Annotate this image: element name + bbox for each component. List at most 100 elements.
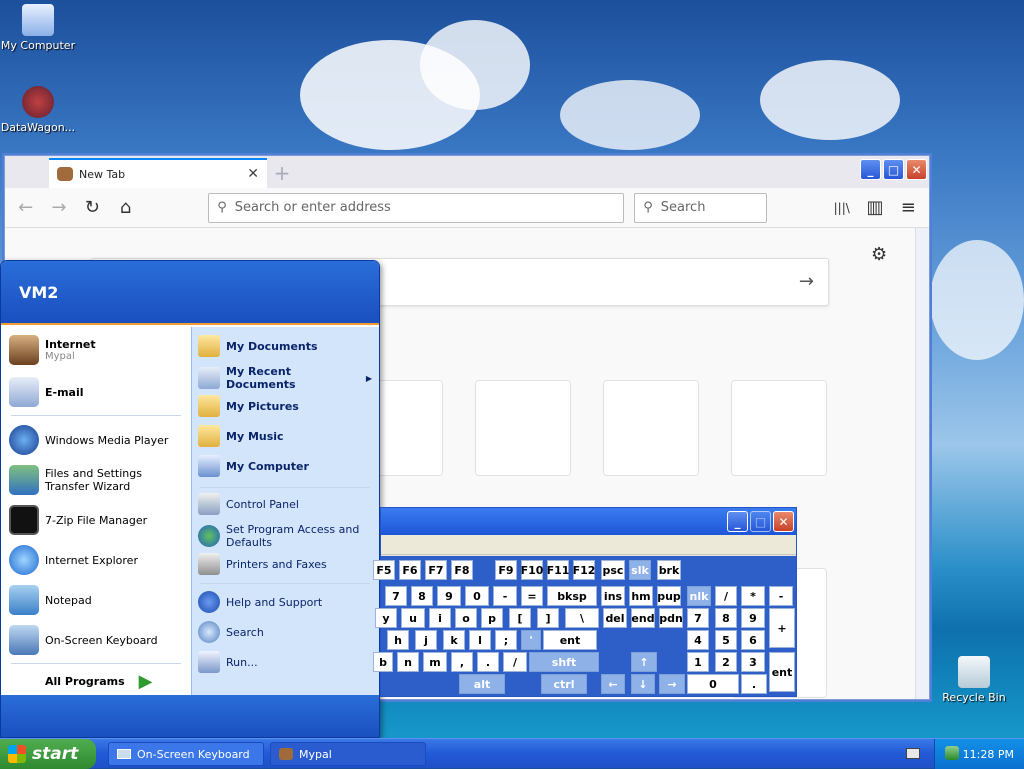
back-button[interactable]: ←: [13, 195, 38, 221]
menu-item-7zip[interactable]: 7-Zip File Manager: [9, 505, 187, 535]
osk-key-8[interactable]: 8: [411, 586, 433, 606]
minimize-button[interactable]: _: [860, 159, 881, 180]
osk-key-hm[interactable]: hm: [629, 586, 653, 606]
osk-key-9[interactable]: 9: [437, 586, 461, 606]
menu-item-internet-explorer[interactable]: Internet Explorer: [9, 545, 187, 575]
osk-key-8[interactable]: 8: [715, 608, 737, 628]
osk-key-ins[interactable]: ins: [601, 586, 625, 606]
maximize-button[interactable]: □: [750, 511, 771, 532]
osk-key-y[interactable]: y: [375, 608, 397, 628]
osk-key-F8[interactable]: F8: [451, 560, 473, 580]
maximize-button[interactable]: □: [883, 159, 904, 180]
forward-button[interactable]: →: [46, 195, 71, 221]
menu-item-printers[interactable]: Printers and Faxes: [198, 553, 376, 575]
osk-key-1[interactable]: 1: [687, 652, 709, 672]
osk-key-del[interactable]: del: [603, 608, 627, 628]
osk-key-x[interactable]: .: [741, 674, 767, 694]
taskbar-button-osk[interactable]: On-Screen Keyboard: [108, 742, 264, 766]
osk-key-ctrl[interactable]: ctrl: [541, 674, 587, 694]
osk-key-bksp[interactable]: bksp: [547, 586, 597, 606]
menu-item-my-music[interactable]: My Music: [198, 425, 376, 447]
tab-new-tab[interactable]: New Tab ✕: [49, 158, 267, 188]
osk-key-j[interactable]: j: [415, 630, 437, 650]
menu-item-help[interactable]: Help and Support: [198, 591, 376, 613]
menu-item-run[interactable]: Run...: [198, 651, 376, 673]
osk-titlebar[interactable]: _ □ ✕: [381, 508, 796, 535]
osk-key-F10[interactable]: F10: [521, 560, 543, 580]
menu-item-media-player[interactable]: Windows Media Player: [9, 425, 187, 455]
osk-key-psc[interactable]: psc: [601, 560, 625, 580]
desktop-icon-datawagon[interactable]: DataWagon...: [0, 86, 76, 134]
osk-key-pup[interactable]: pup: [657, 586, 681, 606]
osk-key-ent[interactable]: ent: [543, 630, 597, 650]
osk-key-x[interactable]: /: [503, 652, 527, 672]
home-button[interactable]: ⌂: [113, 195, 138, 221]
osk-key-x[interactable]: -: [493, 586, 517, 606]
osk-key-x[interactable]: ↓: [631, 674, 655, 694]
osk-key-b[interactable]: b: [373, 652, 393, 672]
osk-key-5[interactable]: 5: [715, 630, 737, 650]
osk-key-i[interactable]: i: [429, 608, 451, 628]
osk-key-x[interactable]: ]: [537, 608, 559, 628]
osk-key-alt[interactable]: alt: [459, 674, 505, 694]
menu-item-notepad[interactable]: Notepad: [9, 585, 187, 615]
osk-key-x[interactable]: →: [659, 674, 685, 694]
osk-key-9[interactable]: 9: [741, 608, 765, 628]
osk-key-m[interactable]: m: [423, 652, 447, 672]
menu-item-recent-documents[interactable]: My Recent Documents ▶: [198, 365, 376, 391]
osk-key-7[interactable]: 7: [385, 586, 407, 606]
new-tab-button[interactable]: +: [267, 158, 297, 188]
top-site-tile[interactable]: [475, 380, 571, 476]
menu-item-my-documents[interactable]: My Documents: [198, 335, 376, 357]
menu-item-email[interactable]: E-mail: [9, 377, 187, 407]
desktop-icon-recycle-bin[interactable]: Recycle Bin: [936, 656, 1012, 704]
osk-key-x[interactable]: ←: [601, 674, 625, 694]
osk-key-7[interactable]: 7: [687, 608, 709, 628]
desktop-icon-my-computer[interactable]: My Computer: [0, 4, 76, 52]
menu-item-program-access[interactable]: Set Program Access and Defaults: [198, 523, 376, 549]
safely-remove-icon[interactable]: [945, 746, 959, 760]
start-button[interactable]: start: [0, 739, 96, 769]
osk-key-slk[interactable]: slk: [629, 560, 651, 580]
osk-key-2[interactable]: 2: [715, 652, 737, 672]
osk-key-F5[interactable]: F5: [373, 560, 395, 580]
osk-key-end[interactable]: end: [631, 608, 655, 628]
osk-key-x[interactable]: ,: [451, 652, 473, 672]
taskbar-button-mypal[interactable]: Mypal: [270, 742, 426, 766]
osk-key-x[interactable]: .: [477, 652, 499, 672]
osk-key-l[interactable]: l: [469, 630, 491, 650]
osk-key-F9[interactable]: F9: [495, 560, 517, 580]
osk-key-x[interactable]: *: [741, 586, 765, 606]
osk-key-nlk[interactable]: nlk: [687, 586, 711, 606]
osk-key-x[interactable]: [: [509, 608, 531, 628]
menu-item-search[interactable]: Search: [198, 621, 376, 643]
top-site-tile[interactable]: [603, 380, 699, 476]
osk-key-x[interactable]: =: [521, 586, 543, 606]
menu-item-my-pictures[interactable]: My Pictures: [198, 395, 376, 417]
osk-key-x[interactable]: -: [769, 586, 793, 606]
reload-button[interactable]: ↻: [80, 195, 105, 221]
menu-item-transfer-wizard[interactable]: Files and Settings Transfer Wizard: [9, 465, 187, 495]
osk-key-brk[interactable]: brk: [657, 560, 681, 580]
vertical-scrollbar[interactable]: [915, 228, 929, 699]
keyboard-tray-icon[interactable]: [906, 748, 920, 759]
osk-key-n[interactable]: n: [397, 652, 419, 672]
url-bar[interactable]: ⚲ Search or enter address: [208, 192, 625, 223]
tab-close-icon[interactable]: ✕: [247, 166, 259, 182]
osk-key-x[interactable]: /: [715, 586, 737, 606]
osk-key-F6[interactable]: F6: [399, 560, 421, 580]
osk-key-F7[interactable]: F7: [425, 560, 447, 580]
close-button[interactable]: ✕: [773, 511, 794, 532]
osk-key-x[interactable]: ;: [495, 630, 517, 650]
osk-key-x[interactable]: +: [769, 608, 795, 648]
osk-key-x[interactable]: \: [565, 608, 599, 628]
search-bar[interactable]: ⚲ Search: [634, 192, 768, 223]
library-button[interactable]: |||\: [829, 195, 854, 221]
minimize-button[interactable]: _: [727, 511, 748, 532]
osk-key-6[interactable]: 6: [741, 630, 765, 650]
menu-item-my-computer[interactable]: My Computer: [198, 455, 376, 477]
menu-item-on-screen-keyboard[interactable]: On-Screen Keyboard: [9, 625, 187, 655]
go-arrow-icon[interactable]: →: [799, 271, 814, 292]
close-button[interactable]: ✕: [906, 159, 927, 180]
osk-key-shft[interactable]: shft: [529, 652, 599, 672]
